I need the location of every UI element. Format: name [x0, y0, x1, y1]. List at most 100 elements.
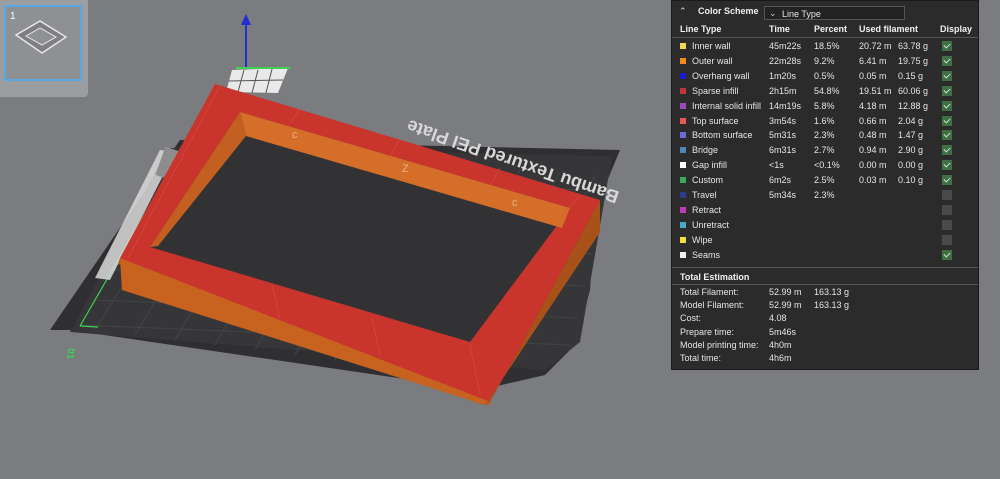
display-checkbox[interactable] — [942, 115, 952, 126]
color-scheme-select[interactable]: ⌄ Line Type — [764, 6, 905, 20]
total-value: 4h0m — [769, 339, 792, 350]
total-label: Model printing time: — [680, 339, 759, 350]
line-time: 5m31s — [769, 130, 797, 141]
total-row: Model printing time: 4h0m — [672, 340, 978, 353]
line-time: 14m19s — [769, 100, 802, 111]
line-used-weight: 60.06 g — [898, 85, 929, 96]
display-checkbox[interactable] — [942, 130, 952, 141]
legend-panel: ⌃ Color Scheme ⌄ Line Type Line Type Tim… — [671, 0, 979, 370]
total-value-secondary: 163.13 g — [814, 300, 850, 311]
line-used-weight: 2.90 g — [898, 145, 924, 156]
col-display: Display — [940, 24, 973, 34]
total-estimation-title: Total Estimation — [680, 272, 750, 282]
collapse-chevron-icon[interactable]: ⌃ — [679, 6, 691, 16]
line-percent: 2.3% — [814, 190, 835, 200]
legend-row: Seams — [672, 248, 978, 263]
line-color-swatch — [680, 236, 686, 243]
plate-thumbnail[interactable]: 1 — [0, 0, 88, 97]
line-color-swatch — [680, 102, 686, 109]
line-color-swatch — [680, 72, 686, 79]
total-value: 4h6m — [769, 353, 792, 363]
line-type-name: Overhang wall — [692, 70, 750, 81]
col-line-type: Line Type — [680, 24, 722, 34]
line-used-length: 6.41 m — [859, 55, 887, 66]
line-percent: 2.7% — [814, 145, 835, 156]
display-checkbox[interactable] — [942, 70, 952, 81]
line-color-swatch — [680, 162, 686, 169]
legend-row: Internal solid infill 14m19s 5.8% 4.18 m 12.… — [672, 99, 978, 114]
line-color-swatch — [680, 177, 686, 184]
col-percent: Percent — [814, 24, 848, 34]
line-used-weight: 0.15 g — [898, 70, 924, 81]
line-used-weight: 0.00 g — [898, 160, 924, 171]
line-percent: 2.5% — [814, 175, 835, 186]
total-row: Total Filament: 52.99 m 163.13 g — [672, 287, 978, 300]
line-used-length: 0.03 m — [859, 175, 887, 186]
total-value: 52.99 m — [769, 287, 802, 297]
line-percent: <0.1% — [814, 160, 840, 171]
display-checkbox[interactable] — [942, 219, 952, 230]
legend-row: Unretract — [672, 218, 978, 233]
plate-side-number: 01 — [64, 348, 76, 360]
legend-row: Gap infill <1s <0.1% 0.00 m 0.00 g — [672, 158, 978, 173]
plate-number: 1 — [10, 11, 16, 22]
line-percent: 1.6% — [814, 115, 835, 126]
total-label: Total time: — [680, 353, 722, 363]
color-scheme-header: ⌃ Color Scheme ⌄ Line Type — [672, 1, 978, 22]
line-time: 45m22s — [769, 41, 802, 51]
display-checkbox[interactable] — [942, 190, 952, 200]
line-type-name: Wipe — [692, 234, 713, 245]
total-row: Cost: 4.08 — [672, 313, 978, 326]
total-label: Prepare time: — [680, 326, 735, 337]
total-row: Prepare time: 5m46s — [672, 327, 978, 340]
display-checkbox[interactable] — [942, 145, 952, 156]
chevron-down-icon: ⌄ — [769, 8, 777, 18]
legend-row: Overhang wall 1m20s 0.5% 0.05 m 0.15 g — [672, 69, 978, 84]
line-used-length: 0.48 m — [859, 130, 887, 141]
legend-row: Travel 5m34s 2.3% — [672, 188, 978, 203]
display-checkbox[interactable] — [942, 249, 952, 260]
z-axis-arrow — [241, 14, 251, 70]
total-label: Cost: — [680, 313, 702, 324]
line-color-swatch — [680, 192, 686, 198]
line-color-swatch — [680, 87, 686, 94]
legend-row: Bottom surface 5m31s 2.3% 0.48 m 1.47 g — [672, 128, 978, 143]
legend-row: Bridge 6m31s 2.7% 0.94 m 2.90 g — [672, 143, 978, 158]
legend-row: Sparse infill 2h15m 54.8% 19.51 m 60.06 g — [672, 84, 978, 99]
line-type-name: Top surface — [692, 115, 739, 126]
display-checkbox[interactable] — [942, 204, 952, 215]
line-time: 5m34s — [769, 190, 797, 200]
display-checkbox[interactable] — [942, 55, 952, 66]
line-percent: 18.5% — [814, 41, 840, 51]
line-time: 6m2s — [769, 175, 792, 186]
line-color-swatch — [680, 43, 686, 49]
total-value: 5m46s — [769, 326, 797, 337]
display-checkbox[interactable] — [942, 175, 952, 186]
display-checkbox[interactable] — [942, 100, 952, 111]
col-used-filament: Used filament — [859, 24, 919, 34]
line-color-swatch — [680, 57, 686, 64]
total-label: Model Filament: — [680, 300, 745, 311]
legend-row: Outer wall 22m28s 9.2% 6.41 m 19.75 g — [672, 54, 978, 69]
total-value: 52.99 m — [769, 300, 802, 311]
line-used-weight: 0.10 g — [898, 175, 924, 186]
display-checkbox[interactable] — [942, 85, 952, 96]
line-color-swatch — [680, 206, 686, 213]
line-type-name: Sparse infill — [692, 85, 739, 96]
line-type-name: Outer wall — [692, 55, 733, 66]
legend-row: Wipe — [672, 233, 978, 248]
svg-text:c: c — [292, 129, 298, 141]
line-type-name: Gap infill — [692, 160, 728, 171]
line-color-swatch — [680, 251, 686, 258]
svg-text:c: c — [512, 197, 518, 209]
display-checkbox[interactable] — [942, 41, 952, 51]
display-checkbox[interactable] — [942, 160, 952, 171]
line-color-swatch — [680, 132, 686, 139]
line-type-name: Custom — [692, 175, 724, 186]
line-type-name: Seams — [692, 249, 721, 260]
line-used-weight: 1.47 g — [898, 130, 924, 141]
line-time: 1m20s — [769, 70, 797, 81]
line-used-length: 0.00 m — [859, 160, 887, 171]
line-used-length: 19.51 m — [859, 85, 892, 96]
display-checkbox[interactable] — [942, 234, 952, 245]
